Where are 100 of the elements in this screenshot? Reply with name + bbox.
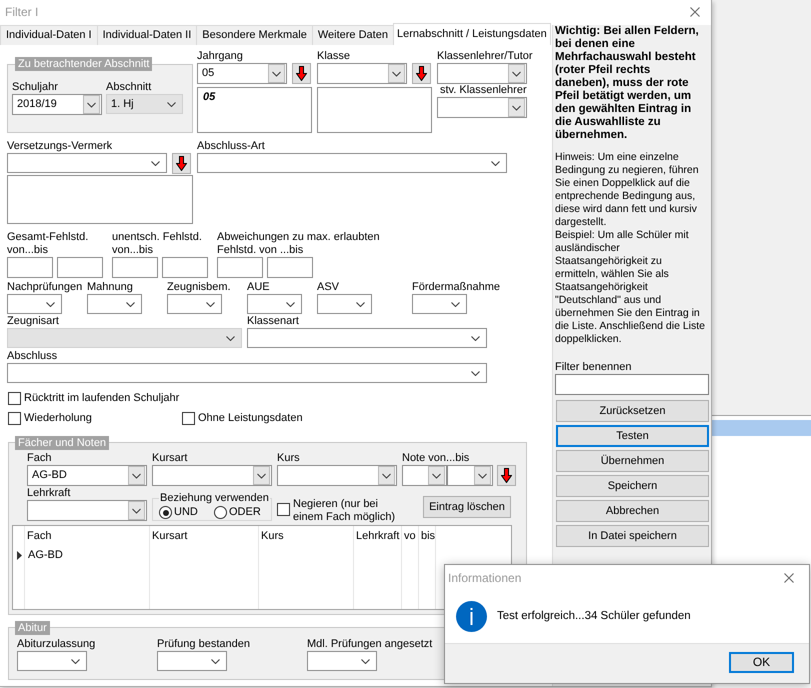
- dropdown[interactable]: [7, 153, 167, 173]
- checkbox-label: Wiederholung: [24, 412, 92, 425]
- field-label: Schuljahr: [12, 81, 58, 94]
- down-arrow-button[interactable]: [497, 465, 516, 486]
- close-icon[interactable]: [784, 572, 794, 582]
- down-arrow-button[interactable]: [412, 63, 431, 84]
- panel-button[interactable]: Speichern: [556, 475, 709, 497]
- column-header: Kurs: [260, 529, 285, 544]
- dropdown[interactable]: [412, 294, 467, 314]
- dropdown[interactable]: [317, 294, 372, 314]
- tab[interactable]: Individual-Daten II: [96, 25, 198, 45]
- delete-entry-button[interactable]: Eintrag löschen: [423, 496, 511, 518]
- field-label: Zeugnisart: [7, 315, 59, 328]
- checkbox-label: Ohne Leistungsdaten: [198, 412, 303, 425]
- field-label: Nachprüfungen: [7, 281, 82, 294]
- radio-button[interactable]: [159, 506, 172, 519]
- caret-icon: [388, 64, 405, 83]
- text-field[interactable]: [217, 257, 263, 278]
- field-label: Fördermaßnahme: [412, 281, 500, 294]
- caret-icon: [253, 466, 270, 485]
- panel-button[interactable]: Zurücksetzen: [556, 400, 709, 422]
- panel-button[interactable]: Übernehmen: [556, 450, 709, 472]
- table-cell-text: AG-BD: [27, 548, 64, 563]
- dropdown[interactable]: [152, 465, 272, 486]
- text-field[interactable]: [112, 257, 158, 278]
- dropdown[interactable]: [17, 651, 87, 671]
- panel-button[interactable]: Testen: [556, 425, 709, 447]
- field-label: Prüfung bestanden: [157, 638, 250, 651]
- caret-icon: [226, 336, 235, 340]
- dropdown[interactable]: AG-BD: [27, 465, 147, 486]
- caret-icon: [268, 64, 285, 83]
- text-field[interactable]: [162, 257, 208, 278]
- close-icon[interactable]: [690, 6, 700, 16]
- field-label: Zeugnisbem.: [167, 281, 231, 294]
- checkbox[interactable]: [277, 503, 290, 516]
- field-label: ASV: [317, 281, 340, 294]
- text-field[interactable]: [555, 374, 709, 395]
- dropdown[interactable]: [7, 294, 62, 314]
- text-field[interactable]: [7, 257, 53, 278]
- caret-icon: [46, 302, 55, 306]
- dropdown[interactable]: [402, 465, 447, 486]
- dialog-title: Informationen: [448, 570, 522, 584]
- dialog-message: Test erfolgreich...34 Schüler gefunden: [497, 610, 691, 623]
- caret-icon: [508, 98, 525, 117]
- caret-icon: [378, 466, 395, 485]
- selection-list[interactable]: 05: [197, 87, 312, 133]
- caret-icon: [286, 302, 295, 306]
- dropdown[interactable]: [277, 465, 397, 486]
- dropdown[interactable]: [307, 651, 377, 671]
- caret-icon: [128, 466, 145, 485]
- caret-icon: [126, 302, 135, 306]
- window-title: Filter I: [5, 4, 38, 18]
- info-icon: [456, 601, 487, 632]
- field-label: Note von...bis: [402, 452, 470, 465]
- caret-icon: [491, 160, 500, 166]
- list-entry[interactable]: 05: [203, 91, 216, 104]
- text-field[interactable]: [57, 257, 103, 278]
- field-label: unentsch. Fehlstd. von...bis: [112, 231, 203, 257]
- caret-icon: [128, 501, 145, 520]
- dropdown[interactable]: [317, 63, 407, 84]
- down-arrow-button[interactable]: [172, 153, 191, 174]
- radio-button[interactable]: [214, 506, 227, 519]
- field-label: Fach: [27, 452, 52, 465]
- down-arrow-button[interactable]: [292, 63, 311, 84]
- panel-button[interactable]: In Datei speichern: [556, 525, 709, 547]
- ok-button[interactable]: OK: [729, 652, 794, 673]
- dropdown[interactable]: [7, 363, 487, 383]
- dropdown[interactable]: [247, 328, 487, 348]
- caret-icon: [471, 370, 480, 376]
- dropdown[interactable]: [27, 500, 147, 521]
- field-label: Klassenart: [247, 315, 299, 328]
- dropdown[interactable]: [437, 97, 527, 118]
- caret-icon: [356, 302, 365, 306]
- checkbox[interactable]: [8, 412, 21, 425]
- panel-button[interactable]: Abbrechen: [556, 500, 709, 522]
- column-header: Fach: [26, 529, 52, 544]
- text-field[interactable]: [267, 257, 313, 278]
- caret-icon: [206, 302, 215, 306]
- field-label: Klasse: [317, 50, 350, 63]
- field-label: Abschluss-Art: [197, 140, 265, 153]
- checkbox[interactable]: [182, 412, 195, 425]
- down-arrow-icon: [176, 156, 187, 171]
- tab[interactable]: Lernabschnitt / Leistungsdaten: [392, 23, 551, 45]
- dropdown[interactable]: 2018/19: [12, 94, 102, 115]
- dropdown[interactable]: [167, 294, 222, 314]
- field-label: Klassenlehrer/Tutor: [437, 50, 533, 63]
- dropdown[interactable]: [437, 63, 527, 84]
- tab[interactable]: Besondere Merkmale: [196, 25, 313, 45]
- checkbox[interactable]: [8, 392, 21, 405]
- dropdown[interactable]: [87, 294, 142, 314]
- field-label: AUE: [247, 281, 270, 294]
- dropdown[interactable]: [157, 651, 227, 671]
- tab[interactable]: Weitere Daten: [312, 25, 394, 45]
- dropdown[interactable]: 05: [197, 63, 287, 84]
- down-arrow-icon: [296, 66, 307, 81]
- radio-label: UND: [174, 506, 198, 519]
- dropdown[interactable]: [247, 294, 302, 314]
- tab[interactable]: Individual-Daten I: [0, 25, 98, 45]
- example-text: Beispiel: Um alle Schüler mit ausländischer Staatsangehörigkeit zu ermitteln, wählen Sie als Staatsangehörigkeit "Deutschland" aus und übernehmen Sie den Eintrag in die Liste. Anschließend die Liste doppelklicken.: [555, 229, 706, 346]
- dropdown[interactable]: [197, 153, 507, 173]
